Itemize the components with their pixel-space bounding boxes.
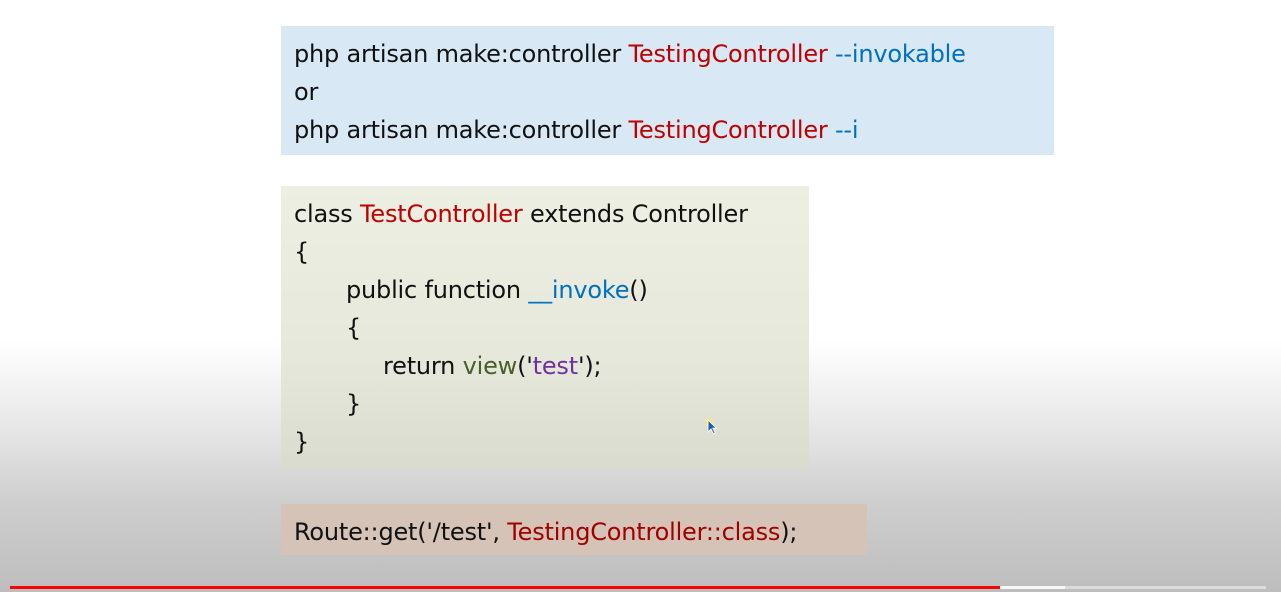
controller-name: TestingController — [628, 40, 828, 68]
route-line: Route::get('/test', TestingController::c… — [294, 513, 867, 551]
function-call: view — [462, 352, 518, 380]
artisan-command-box: php artisan make:controller TestingContr… — [281, 26, 1054, 155]
code-line-fn-close-brace: } — [294, 385, 809, 423]
command-line-2: php artisan make:controller TestingContr… — [294, 111, 1054, 149]
code-line-return: return view('test'); — [294, 347, 809, 385]
method-name: __invoke — [528, 276, 630, 304]
code-line-fn-open-brace: { — [294, 309, 809, 347]
parens: () — [629, 276, 648, 304]
code-line-open-brace: { — [294, 233, 809, 271]
command-separator: or — [294, 73, 1054, 111]
brace: } — [346, 390, 362, 418]
brace: { — [294, 238, 310, 266]
mouse-cursor-icon — [704, 418, 718, 435]
punct: '); — [577, 352, 602, 380]
command-prefix: php artisan make:controller — [294, 116, 629, 144]
slide: php artisan make:controller TestingContr… — [0, 0, 1281, 592]
keyword: public function — [346, 276, 529, 304]
brace: { — [346, 314, 362, 342]
route-controller: TestingController::class — [507, 518, 781, 546]
command-prefix: php artisan make:controller — [294, 40, 629, 68]
controller-code-box: class TestController extends Controller … — [281, 186, 809, 470]
string-literal: test — [532, 352, 578, 380]
controller-name: TestingController — [628, 116, 828, 144]
route-prefix: Route::get('/test', — [294, 518, 508, 546]
brace: } — [294, 428, 310, 456]
command-flag: --i — [827, 116, 859, 144]
extends-clause: extends Controller — [522, 200, 748, 228]
punct: (' — [517, 352, 533, 380]
route-suffix: ); — [780, 518, 798, 546]
code-line-function: public function __invoke() — [294, 271, 809, 309]
or-text: or — [294, 78, 319, 106]
keyword: return — [383, 352, 463, 380]
code-line-class: class TestController extends Controller — [294, 195, 809, 233]
command-flag: --invokable — [827, 40, 966, 68]
command-line-1: php artisan make:controller TestingContr… — [294, 35, 1054, 73]
code-line-close-brace: } — [294, 423, 809, 461]
route-definition-box: Route::get('/test', TestingController::c… — [281, 504, 867, 555]
progress-played — [10, 586, 1000, 589]
class-name: TestController — [360, 200, 523, 228]
keyword: class — [294, 200, 361, 228]
video-progress-bar[interactable] — [10, 586, 1266, 589]
